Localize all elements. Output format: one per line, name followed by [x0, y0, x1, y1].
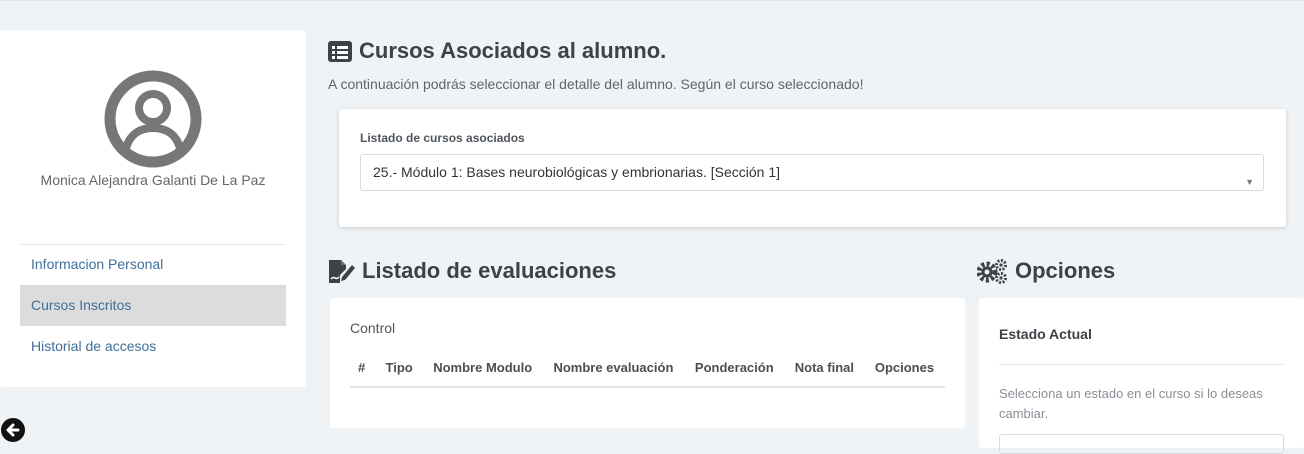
- column-header-options[interactable]: Opciones: [864, 356, 945, 388]
- evaluations-heading: Listado de evaluaciones: [328, 258, 616, 284]
- column-header-evaluation-name[interactable]: Nombre evaluación: [543, 356, 685, 388]
- course-select-card: Listado de cursos asociados 25.- Módulo …: [339, 109, 1286, 227]
- arrow-circle-left-icon[interactable]: [0, 414, 28, 442]
- cogs-icon: [977, 258, 1007, 284]
- courses-title: Cursos Asociados al alumno.: [359, 38, 667, 63]
- sidebar-item-access-history[interactable]: Historial de accesos: [20, 326, 286, 367]
- options-title: Opciones: [1015, 258, 1116, 283]
- course-select[interactable]: 25.- Módulo 1: Bases neurobiológicas y e…: [360, 154, 1264, 191]
- options-card: Estado Actual Selecciona un estado en el…: [979, 298, 1304, 454]
- evaluations-card: Control # Tipo Nombre Modulo Nombre eval…: [330, 298, 965, 428]
- top-divider: [0, 0, 1304, 1]
- caret-down-icon: ▼: [1245, 177, 1254, 187]
- course-select-value: 25.- Módulo 1: Bases neurobiológicas y e…: [373, 164, 780, 180]
- state-help-text: Selecciona un estado en el curso si lo d…: [999, 386, 1263, 421]
- student-name: Monica Alejandra Galanti De La Paz: [40, 172, 266, 188]
- column-header-weighting[interactable]: Ponderación: [684, 356, 785, 388]
- course-select-label: Listado de cursos asociados: [360, 131, 525, 145]
- table-header-row: # Tipo Nombre Modulo Nombre evaluación P…: [350, 356, 945, 388]
- evaluations-title: Listado de evaluaciones: [362, 258, 617, 283]
- profile-card: Monica Alejandra Galanti De La Paz Infor…: [0, 30, 306, 387]
- options-heading: Opciones: [977, 258, 1115, 284]
- file-signature-icon: [329, 259, 355, 283]
- column-header-module-name[interactable]: Nombre Modulo: [423, 356, 544, 388]
- column-header-final-grade[interactable]: Nota final: [784, 356, 865, 388]
- current-state-label: Estado Actual: [999, 326, 1092, 342]
- options-divider: [999, 364, 1284, 365]
- column-header-type[interactable]: Tipo: [375, 356, 424, 388]
- courses-subtitle: A continuación podrás seleccionar el det…: [328, 76, 864, 92]
- evaluations-table: # Tipo Nombre Modulo Nombre evaluación P…: [350, 356, 945, 388]
- courses-heading: Cursos Asociados al alumno.: [328, 38, 666, 64]
- sidebar-item-enrolled-courses[interactable]: Cursos Inscritos: [20, 285, 286, 326]
- control-label: Control: [350, 320, 396, 336]
- user-circle-icon: [104, 70, 202, 168]
- sidebar-item-personal-info[interactable]: Informacion Personal: [20, 244, 286, 285]
- state-select[interactable]: [999, 434, 1284, 454]
- column-header-number[interactable]: #: [350, 356, 376, 388]
- list-alt-icon: [328, 40, 352, 62]
